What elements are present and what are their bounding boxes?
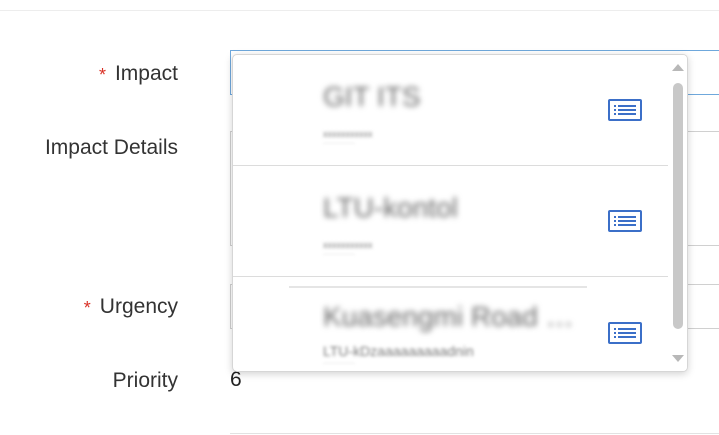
option-title: GIT ITS	[323, 81, 421, 112]
urgency-label-wrap: * Urgency	[84, 295, 178, 319]
priority-label-wrap: Priority	[113, 369, 178, 393]
required-marker: *	[83, 297, 91, 318]
option-detail: ················	[323, 361, 355, 367]
option-detail: ················	[323, 252, 355, 258]
impact-label-wrap: * Impact	[99, 62, 178, 86]
scroll-down-arrow-icon[interactable]	[672, 355, 684, 362]
impact-details-label: Impact Details	[44, 136, 178, 159]
scroll-up-arrow-icon[interactable]	[672, 64, 684, 71]
option-subtitle: xxxxxxxxxxx	[323, 240, 373, 250]
urgency-label: Urgency	[99, 295, 178, 318]
option-title: Kuasengmi Road Ru...	[323, 301, 593, 332]
form-page: * Impact Impact Details * Urgency Priori…	[0, 0, 719, 435]
option-detail: ················	[323, 141, 355, 147]
option-separator	[289, 286, 587, 288]
impact-label: Impact	[114, 62, 178, 85]
priority-label: Priority	[112, 369, 178, 392]
option-title: LTU-kontol	[323, 192, 458, 223]
list-icon[interactable]	[608, 210, 642, 232]
option-subtitle: xxxxxxxxxxx	[323, 129, 373, 139]
dropdown-scrollbar[interactable]	[669, 55, 687, 371]
dropdown-option[interactable]: GIT ITS xxxxxxxxxxx ················	[233, 55, 668, 166]
top-divider	[0, 10, 719, 11]
required-marker: *	[98, 64, 106, 85]
list-icon[interactable]	[608, 322, 642, 344]
dropdown-list: GIT ITS xxxxxxxxxxx ················ LTU…	[233, 55, 668, 371]
option-subtitle: LTU-kDzaaaaaaaaadnin	[323, 343, 474, 359]
scroll-thumb[interactable]	[673, 83, 683, 329]
dropdown-option[interactable]: LTU-kontol xxxxxxxxxxx ················	[233, 166, 668, 277]
impact-dropdown-menu: GIT ITS xxxxxxxxxxx ················ LTU…	[232, 54, 688, 372]
list-icon[interactable]	[608, 99, 642, 121]
dropdown-option[interactable]: Kuasengmi Road Ru... LTU-kDzaaaaaaaaadni…	[233, 277, 668, 371]
bottom-divider	[230, 433, 719, 434]
impact-details-label-wrap: Impact Details	[45, 136, 178, 160]
